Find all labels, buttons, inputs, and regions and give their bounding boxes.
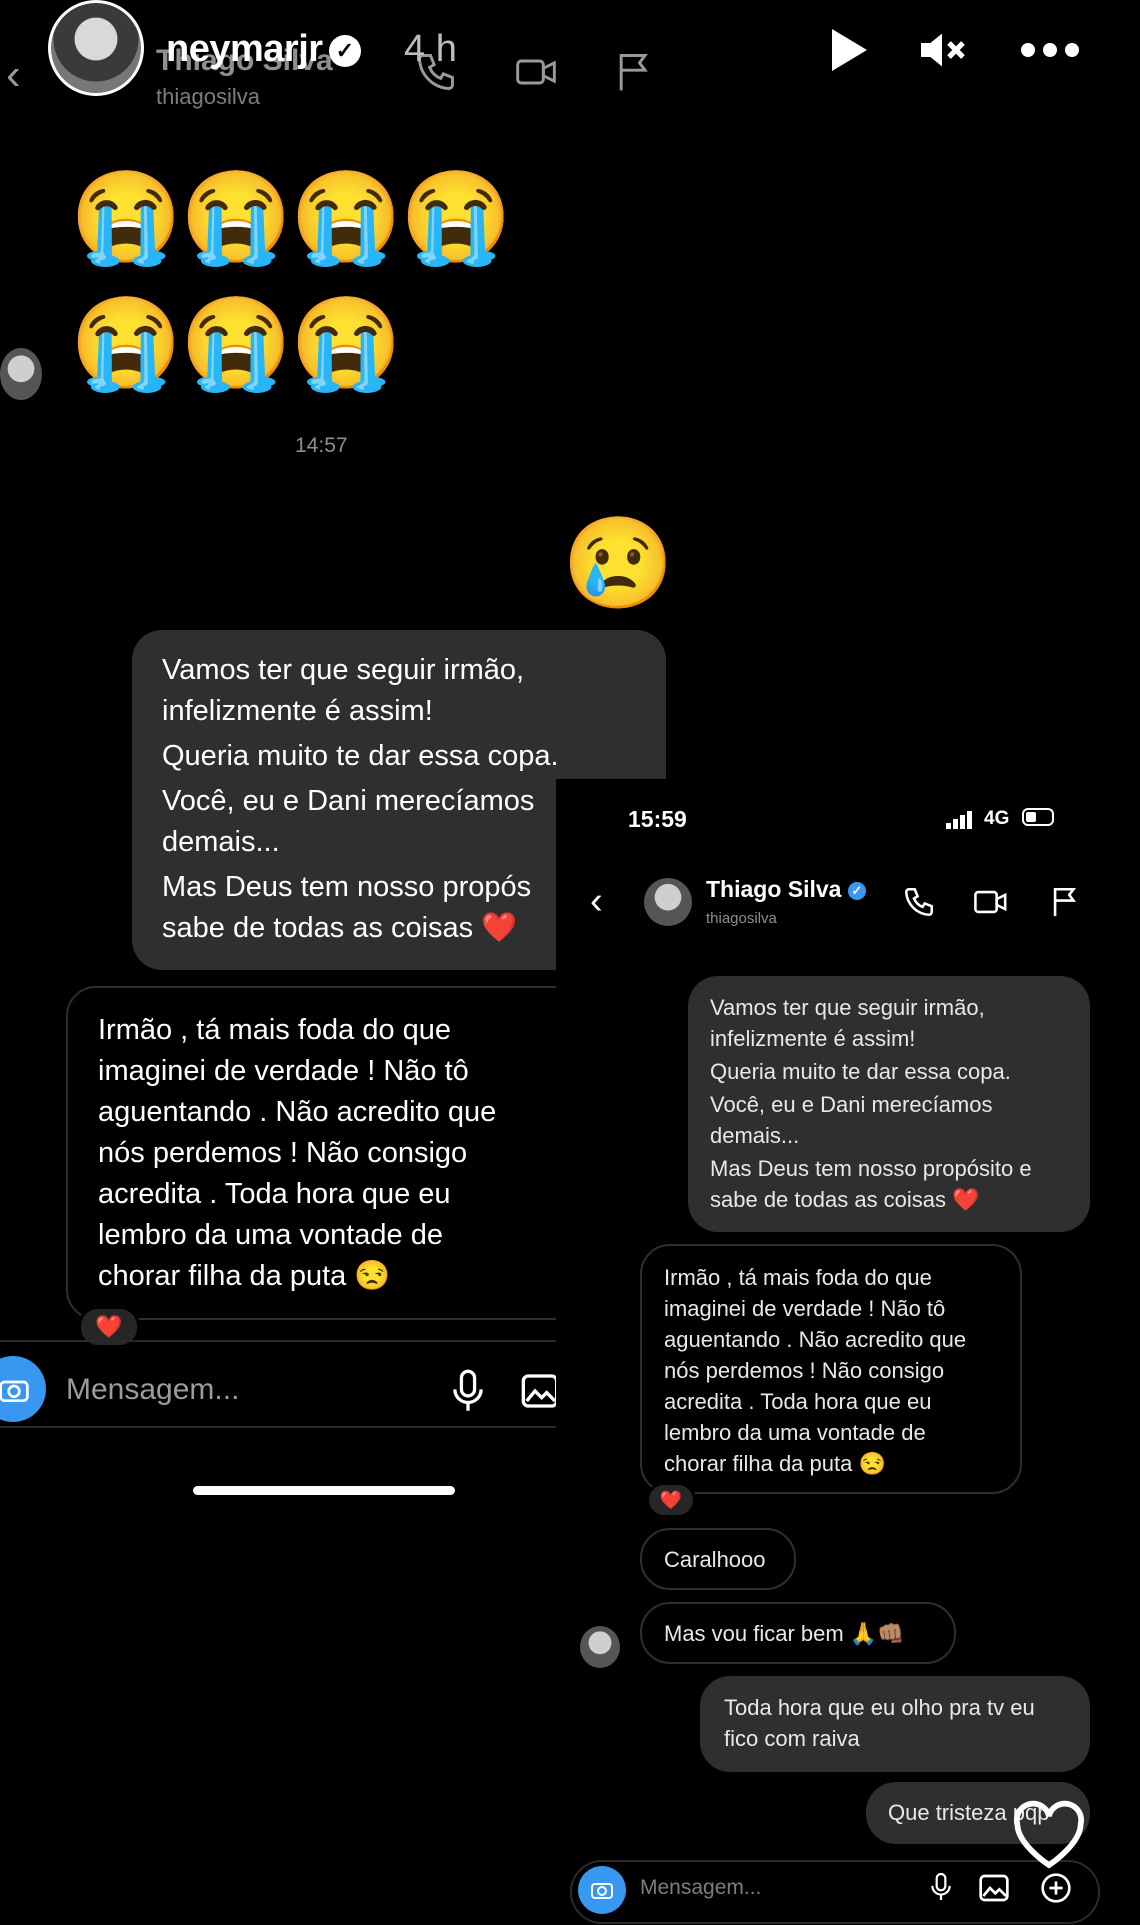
received-message-bubble[interactable]: Caralhooo <box>640 1528 796 1590</box>
contact-avatar[interactable] <box>644 878 692 926</box>
battery-icon <box>1022 808 1054 826</box>
loudly-crying-emoji: 😭 <box>400 168 513 268</box>
flag-icon[interactable] <box>1048 885 1082 919</box>
message-line: imaginei de verdade ! Não tô <box>664 1296 946 1321</box>
message-line: acredita . Toda hora que eu <box>98 1178 451 1210</box>
camera-button[interactable] <box>578 1866 626 1914</box>
message-line: Você, eu e Dani merecíamos <box>710 1092 993 1117</box>
more-options-icon[interactable] <box>1018 22 1082 78</box>
status-bar-time: 15:59 <box>628 806 687 832</box>
emoji-row-1: 😭 😭 😭 😭 <box>70 168 513 268</box>
message-line: aguentando . Não acredito que <box>664 1327 967 1352</box>
heart-reaction[interactable]: ❤️ <box>646 1482 696 1518</box>
received-message-bubble[interactable]: Irmão , tá mais foda do que imaginei de … <box>66 986 586 1320</box>
flag-icon[interactable] <box>612 50 656 94</box>
loudly-crying-emoji: 😭 <box>70 294 183 394</box>
loudly-crying-emoji: 😭 <box>290 294 403 394</box>
message-line: Toda hora que eu olho pra tv eu <box>724 1695 1035 1720</box>
microphone-icon[interactable] <box>448 1368 488 1414</box>
received-message-bubble[interactable]: Irmão , tá mais foda do que imaginei de … <box>640 1244 1022 1494</box>
message-line: infelizmente é assim! <box>162 695 433 727</box>
play-icon[interactable] <box>818 22 874 78</box>
sender-avatar[interactable] <box>580 1626 620 1668</box>
sent-message-bubble[interactable]: Vamos ter que seguir irmão, infelizmente… <box>688 976 1090 1232</box>
gallery-icon[interactable] <box>978 1872 1010 1904</box>
story-time: 4 h <box>404 28 457 70</box>
phone-icon[interactable] <box>902 885 936 919</box>
message-input-placeholder[interactable]: Mensagem... <box>640 1876 761 1900</box>
story-avatar[interactable] <box>48 0 144 96</box>
message-line: Vamos ter que seguir irmão, <box>710 995 985 1020</box>
video-camera-icon[interactable] <box>514 50 558 94</box>
message-timestamp: 14:57 <box>295 434 348 457</box>
received-message-bubble[interactable]: Mas vou ficar bem 🙏👊🏽 <box>640 1602 956 1664</box>
message-line: nós perdemos ! Não consigo <box>98 1137 468 1169</box>
message-line: imaginei de verdade ! Não tô <box>98 1055 469 1087</box>
verified-badge-icon: ✓ <box>328 34 361 67</box>
like-heart-icon[interactable] <box>1011 1800 1087 1870</box>
message-line: fico com raiva <box>724 1726 860 1751</box>
add-icon[interactable] <box>1040 1872 1072 1904</box>
back-chevron-icon[interactable]: ‹ <box>6 50 21 100</box>
message-line: Queria muito te dar essa copa. <box>710 1059 1011 1084</box>
message-line: acredita . Toda hora que eu <box>664 1389 932 1414</box>
message-line: aguentando . Não acredito que <box>98 1096 497 1128</box>
signal-icon <box>946 811 972 829</box>
contact-handle: thiagosilva <box>706 910 777 927</box>
mute-icon[interactable] <box>914 22 970 78</box>
sent-message-bubble[interactable]: Toda hora que eu olho pra tv eu fico com… <box>700 1676 1090 1772</box>
microphone-icon[interactable] <box>928 1870 954 1904</box>
gallery-icon[interactable] <box>520 1370 560 1412</box>
video-camera-icon[interactable] <box>972 885 1010 919</box>
message-line: Mas Deus tem nosso propósito e <box>710 1156 1032 1181</box>
message-line: Irmão , tá mais foda do que <box>664 1265 932 1290</box>
message-line: nós perdemos ! Não consigo <box>664 1358 945 1383</box>
home-indicator <box>193 1486 455 1495</box>
camera-icon <box>0 1380 29 1402</box>
message-line: Queria muito te dar essa copa. <box>162 740 559 772</box>
camera-icon <box>591 1883 613 1899</box>
message-input-placeholder[interactable]: Mensagem... <box>66 1373 239 1407</box>
story-username[interactable]: neymarjr ✓ <box>166 28 361 71</box>
back-chevron-icon[interactable]: ‹ <box>590 882 603 920</box>
message-line: infelizmente é assim! <box>710 1026 916 1051</box>
background-chat-handle: thiagosilva <box>156 84 260 109</box>
sender-avatar[interactable] <box>0 348 42 400</box>
loudly-crying-emoji: 😭 <box>180 294 293 394</box>
loudly-crying-emoji: 😭 <box>290 168 403 268</box>
network-type: 4G <box>984 808 1010 829</box>
crying-face-emoji: 😢 <box>562 514 675 614</box>
verified-badge-icon: ✓ <box>847 881 866 900</box>
emoji-row-2: 😭 😭 😭 <box>70 294 403 394</box>
message-line: chorar filha da puta 😒 <box>664 1451 886 1476</box>
loudly-crying-emoji: 😭 <box>70 168 183 268</box>
message-line: Vamos ter que seguir irmão, <box>162 654 525 686</box>
message-line: Irmão , tá mais foda do que <box>98 1014 452 1046</box>
message-line: sabe de todas as coisas ❤️ <box>710 1187 980 1212</box>
message-line: lembro da uma vontade de <box>664 1420 926 1445</box>
loudly-crying-emoji: 😭 <box>180 168 293 268</box>
message-line: chorar filha da puta 😒 <box>98 1260 391 1292</box>
contact-name[interactable]: Thiago Silva ✓ <box>706 876 866 903</box>
message-line: lembro da uma vontade de <box>98 1219 443 1251</box>
message-line: demais... <box>710 1123 800 1148</box>
